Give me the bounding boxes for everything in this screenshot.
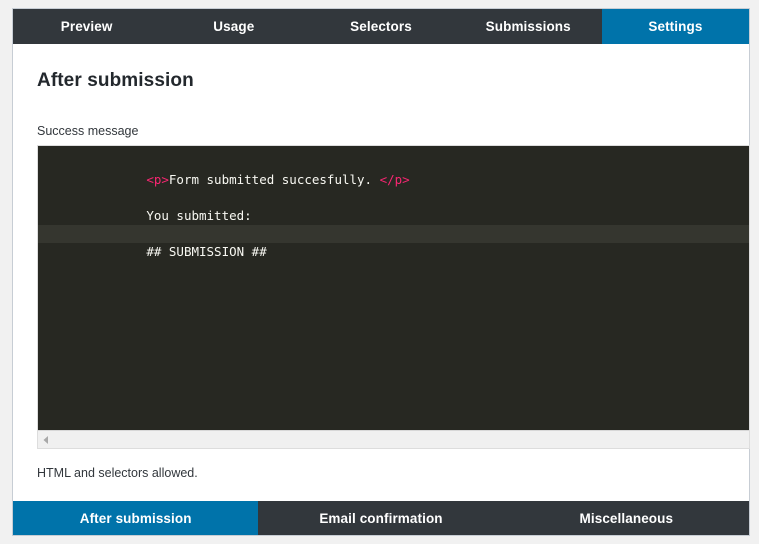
- app-page: Preview Usage Selectors Submissions Sett…: [0, 0, 759, 544]
- code-token-text: Form submitted succesfully.: [168, 172, 380, 187]
- success-message-editor-wrapper: <p>Form submitted succesfully. </p> You …: [37, 145, 750, 449]
- code-token-open-tag: <p>: [146, 172, 169, 187]
- tab-selectors[interactable]: Selectors: [307, 9, 455, 44]
- tab-after-submission[interactable]: After submission: [13, 501, 259, 535]
- tab-usage[interactable]: Usage: [160, 9, 308, 44]
- code-line: <p>Form submitted succesfully. </p>: [38, 153, 749, 187]
- tab-settings[interactable]: Settings: [601, 9, 750, 44]
- tab-submissions[interactable]: Submissions: [454, 9, 602, 44]
- tab-usage-label: Usage: [213, 19, 255, 34]
- settings-panel: Preview Usage Selectors Submissions Sett…: [12, 8, 750, 536]
- tab-preview-label: Preview: [60, 19, 113, 34]
- editor-horizontal-scrollbar[interactable]: [38, 430, 749, 448]
- success-message-label: Success message: [37, 124, 139, 138]
- code-line: You submitted:: [38, 189, 749, 223]
- tab-after-submission-label: After submission: [79, 510, 192, 526]
- success-message-code-editor[interactable]: <p>Form submitted succesfully. </p> You …: [38, 146, 749, 430]
- tab-email-confirmation-label: Email confirmation: [319, 510, 443, 526]
- tab-miscellaneous-label: Miscellaneous: [579, 510, 674, 526]
- tab-submissions-label: Submissions: [485, 19, 571, 34]
- tab-email-confirmation[interactable]: Email confirmation: [258, 501, 504, 535]
- scrollbar-track[interactable]: [54, 431, 749, 448]
- tab-preview[interactable]: Preview: [13, 9, 161, 44]
- success-message-help-text: HTML and selectors allowed.: [37, 466, 198, 480]
- tab-settings-label: Settings: [648, 19, 703, 34]
- tab-miscellaneous[interactable]: Miscellaneous: [503, 501, 749, 535]
- page-title: After submission: [37, 70, 194, 91]
- triangle-left-icon[interactable]: [38, 432, 54, 448]
- tab-selectors-label: Selectors: [350, 19, 412, 34]
- settings-content: After submission Success message <p>Form…: [13, 44, 750, 501]
- code-token-text: You submitted:: [146, 208, 252, 223]
- secondary-tab-bar: After submission Email confirmation Misc…: [13, 501, 749, 535]
- code-line-active: ## SUBMISSION ##: [38, 225, 749, 259]
- code-token-text: ## SUBMISSION ##: [146, 244, 267, 259]
- code-token-close-tag: </p>: [379, 172, 410, 187]
- primary-tab-bar: Preview Usage Selectors Submissions Sett…: [13, 9, 750, 44]
